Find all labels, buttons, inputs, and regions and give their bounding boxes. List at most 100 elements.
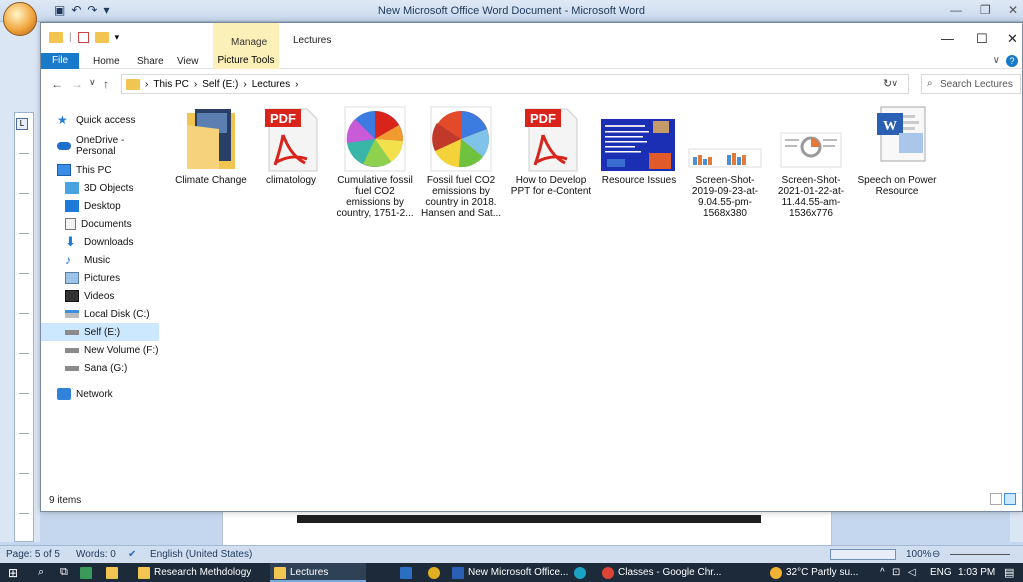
app-icon[interactable]: [106, 563, 118, 582]
chrome-icon[interactable]: [428, 563, 440, 582]
search-icon[interactable]: ⌕: [38, 563, 44, 582]
word-document-page[interactable]: [222, 508, 832, 548]
list-item[interactable]: Resource Issues: [597, 105, 681, 186]
list-item[interactable]: Screen-Shot-2019-09-23-at-9.04.55-pm-156…: [683, 105, 767, 219]
list-item[interactable]: PDF climatology: [249, 105, 333, 186]
list-item[interactable]: PDF How to Develop PPT for e-Content: [509, 105, 593, 197]
taskbar-item-research-methdology[interactable]: Research Methdology: [134, 563, 255, 582]
ruler-tab-selector[interactable]: L: [16, 118, 28, 130]
sidebar-item-label: Sana (G:): [84, 362, 128, 374]
pdf-icon: PDF: [509, 105, 593, 173]
explorer-minimize-icon[interactable]: —: [941, 31, 954, 46]
chevron-right-icon[interactable]: ›: [145, 79, 148, 90]
word-minimize-icon[interactable]: —: [950, 3, 962, 17]
undo-icon[interactable]: ↶: [71, 3, 81, 17]
view-buttons[interactable]: [830, 549, 896, 560]
sidebar-item-documents[interactable]: Documents: [41, 215, 159, 233]
list-item[interactable]: Screen-Shot-2021-01-22-at-11.44.55-am-15…: [769, 105, 853, 219]
sidebar-item-self-e[interactable]: Self (E:): [41, 323, 159, 341]
sidebar-item-new-volume-f[interactable]: New Volume (F:): [41, 341, 159, 359]
app-icon[interactable]: [80, 563, 92, 582]
language-indicator[interactable]: English (United States): [150, 549, 252, 560]
refresh-icon[interactable]: ↻: [883, 77, 892, 90]
manage-context-tab[interactable]: Manage: [213, 23, 279, 53]
sidebar-item-videos[interactable]: Videos: [41, 287, 159, 305]
sidebar-item-network[interactable]: Network: [41, 385, 159, 403]
task-view-icon[interactable]: ⧉: [60, 563, 68, 582]
sidebar-item-label: 3D Objects: [84, 182, 134, 194]
zoom-out-icon[interactable]: ⊖: [932, 549, 940, 560]
zoom-slider[interactable]: [950, 554, 1010, 555]
chevron-right-icon[interactable]: ›: [295, 79, 298, 90]
page-indicator[interactable]: Page: 5 of 5: [6, 549, 60, 560]
sidebar-item-this-pc[interactable]: This PC: [41, 161, 159, 179]
word-close-icon[interactable]: ✕: [1008, 3, 1018, 17]
show-hidden-icons[interactable]: ^: [880, 563, 885, 582]
clock[interactable]: 1:03 PM: [958, 563, 995, 582]
chevron-down-icon[interactable]: ∨: [891, 78, 898, 89]
forward-arrow-icon[interactable]: →: [71, 77, 83, 91]
customize-qat-icon[interactable]: ▾: [103, 3, 109, 17]
breadcrumb-lectures[interactable]: Lectures: [252, 79, 290, 90]
explorer-maximize-icon[interactable]: ☐: [976, 31, 988, 47]
details-view-icon[interactable]: [990, 493, 1002, 505]
explorer-close-icon[interactable]: ✕: [1007, 31, 1018, 47]
list-item[interactable]: W Speech on Power Resource: [855, 105, 939, 197]
sidebar-item-quick-access[interactable]: ★ Quick access: [41, 111, 159, 129]
sidebar-item-pictures[interactable]: Pictures: [41, 269, 159, 287]
sidebar-item-local-disk-c[interactable]: Local Disk (C:): [41, 305, 159, 323]
properties-icon[interactable]: [77, 32, 89, 43]
sidebar-item-label: Quick access: [76, 114, 136, 126]
expand-ribbon-icon[interactable]: ∨: [993, 55, 1000, 66]
sidebar-item-desktop[interactable]: Desktop: [41, 197, 159, 215]
tab-file[interactable]: File: [41, 53, 79, 69]
back-arrow-icon[interactable]: ←: [51, 77, 63, 91]
volume-icon[interactable]: ◁: [908, 563, 916, 582]
list-item[interactable]: Climate Change: [169, 105, 253, 186]
tab-picture-tools[interactable]: Picture Tools: [213, 53, 279, 69]
sidebar-item-downloads[interactable]: ⬇ Downloads: [41, 233, 159, 251]
sidebar-item-3d-objects[interactable]: 3D Objects: [41, 179, 159, 197]
folder-icon: [169, 105, 253, 173]
recent-locations-icon[interactable]: ∨: [89, 77, 96, 88]
list-item[interactable]: Cumulative fossil fuel CO2 emissions by …: [333, 105, 417, 219]
windows-start-icon[interactable]: ⊞: [8, 563, 18, 582]
sidebar-item-sana-g[interactable]: Sana (G:): [41, 359, 159, 377]
zoom-level[interactable]: 100%: [906, 549, 932, 560]
edge-icon[interactable]: [574, 563, 586, 582]
explorer-quick-access-toolbar: | ▾: [49, 32, 119, 43]
new-folder-icon[interactable]: [94, 32, 109, 43]
large-icons-view-icon[interactable]: [1004, 493, 1016, 505]
customize-icon[interactable]: ▾: [115, 32, 120, 43]
office-button[interactable]: [3, 2, 37, 36]
notifications-icon[interactable]: ▤: [1004, 563, 1014, 582]
tab-home[interactable]: Home: [93, 56, 120, 67]
taskbar-item-word-document[interactable]: New Microsoft Office...: [448, 563, 572, 582]
sidebar-item-music[interactable]: ♪ Music: [41, 251, 159, 269]
app-icon[interactable]: [400, 563, 412, 582]
pasted-screenshot: [297, 515, 761, 523]
breadcrumb-this-pc[interactable]: This PC: [153, 79, 189, 90]
taskbar-item-lectures[interactable]: Lectures: [270, 563, 366, 582]
tab-view[interactable]: View: [177, 56, 199, 67]
file-name: Screen-Shot-2021-01-22-at-11.44.55-am-15…: [777, 175, 845, 219]
taskbar-item-google-chrome[interactable]: Classes - Google Chr...: [598, 563, 725, 582]
chevron-right-icon[interactable]: ›: [194, 79, 197, 90]
up-arrow-icon[interactable]: ↑: [103, 77, 109, 91]
proofing-icon[interactable]: ✔: [128, 549, 136, 560]
redo-icon[interactable]: ↷: [87, 3, 97, 17]
help-icon[interactable]: ?: [1006, 55, 1018, 67]
weather-widget[interactable]: 32°C Partly su...: [766, 563, 862, 582]
word-restore-icon[interactable]: ❐: [980, 3, 991, 17]
word-count[interactable]: Words: 0: [76, 549, 116, 560]
breadcrumb-self-e[interactable]: Self (E:): [202, 79, 238, 90]
save-icon[interactable]: ▣: [54, 3, 65, 17]
sidebar-item-onedrive[interactable]: OneDrive - Personal: [41, 135, 159, 157]
language-indicator[interactable]: ENG: [930, 563, 952, 582]
network-icon[interactable]: ⊡: [892, 563, 900, 582]
address-bar[interactable]: › This PC › Self (E:) › Lectures › ∨: [121, 74, 909, 94]
tab-share[interactable]: Share: [137, 56, 164, 67]
list-item[interactable]: Fossil fuel CO2 emissions by country in …: [419, 105, 503, 219]
chevron-right-icon[interactable]: ›: [243, 79, 246, 90]
search-input[interactable]: ⌕ Search Lectures: [921, 74, 1021, 94]
